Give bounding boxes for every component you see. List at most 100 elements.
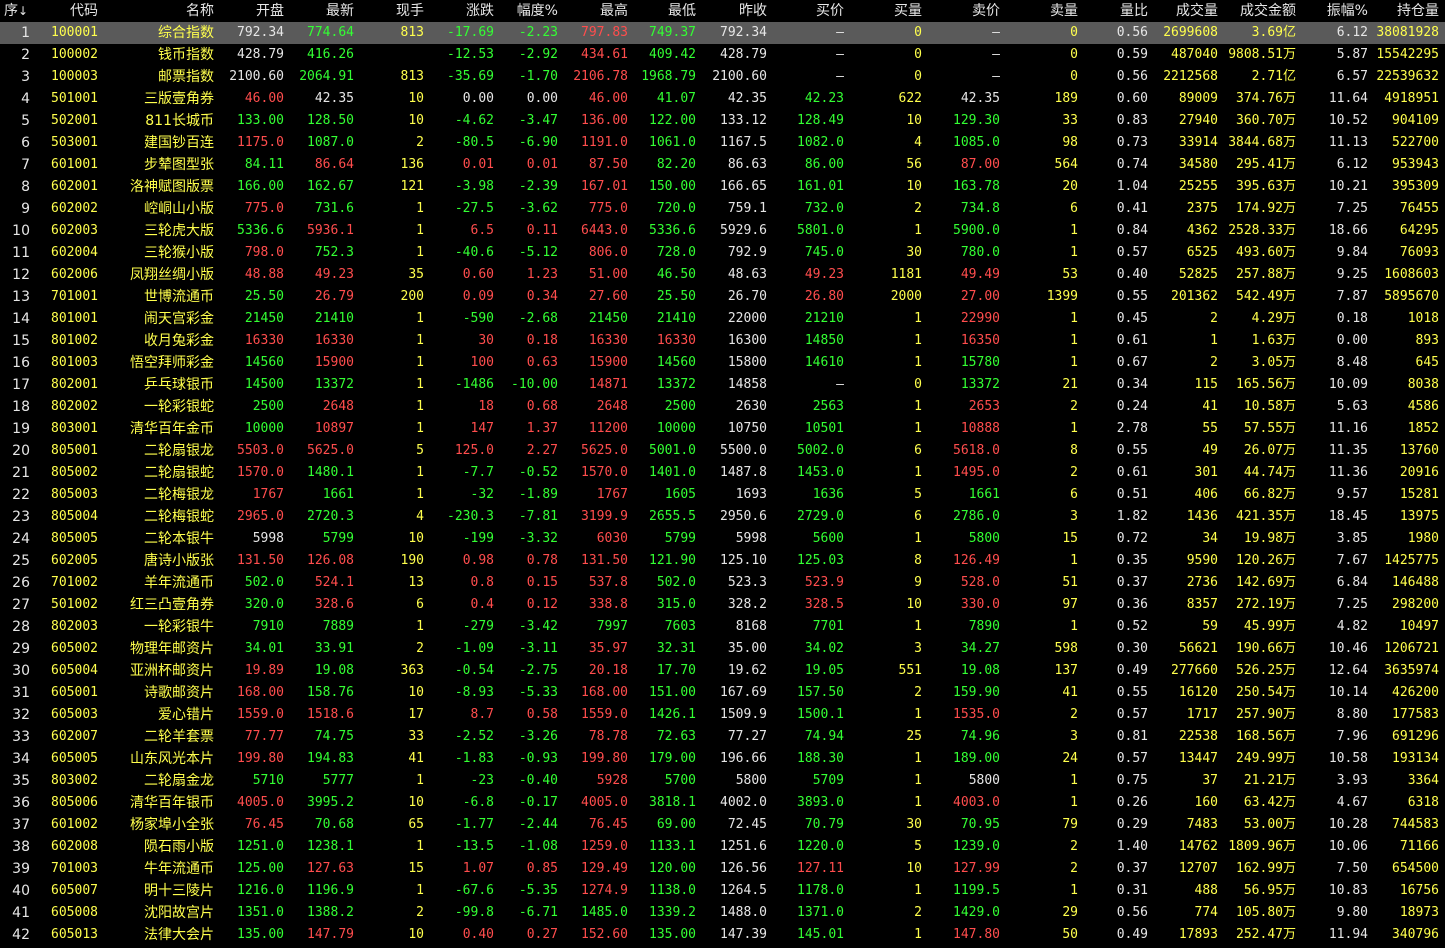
cell-name: 综合指数 <box>158 25 214 41</box>
cell-prev: 428.79 <box>720 47 767 62</box>
cell-ratio: 0.52 <box>1116 619 1148 634</box>
cell-vol-now: 1 <box>416 245 424 260</box>
table-row[interactable]: 14 801001 闹天宫彩金 21450 21410 1 -590 -2.68 21450 21… <box>0 308 1445 330</box>
table-row[interactable]: 42 605013 法律大会片 135.00 147.79 10 0.40 0.27 152.6… <box>0 924 1445 946</box>
table-row[interactable]: 38 602008 陨石雨小版 1251.0 1238.1 1 -13.5 -1.08 1259… <box>0 836 1445 858</box>
table-row[interactable]: 31 605001 诗歌邮资片 168.00 158.76 10 -8.93 -5.33 168… <box>0 682 1445 704</box>
header-ask-vol[interactable]: 卖量 <box>1050 0 1078 22</box>
cell-low: 315.0 <box>656 597 696 612</box>
table-row[interactable]: 9 602002 崆峒山小版 775.0 731.6 1 -27.5 -3.62 775.0 72… <box>0 198 1445 220</box>
cell-bid-vol: 2 <box>914 201 922 216</box>
header-name[interactable]: 名称 <box>186 0 214 22</box>
table-row[interactable]: 10 602003 三轮虎大版 5336.6 5936.1 1 6.5 0.11 6443.0 5… <box>0 220 1445 242</box>
table-row[interactable]: 7 601001 步辇图型张 84.11 86.64 136 0.01 0.01 87.50 82… <box>0 154 1445 176</box>
header-vol-now[interactable]: 现手 <box>396 0 424 22</box>
header-change[interactable]: 涨跌 <box>466 0 494 22</box>
cell-pct: -2.68 <box>518 311 558 326</box>
table-row[interactable]: 1 100001 综合指数 792.34 774.64 813 -17.69 -2.23 797… <box>0 22 1445 44</box>
table-row[interactable]: 35 803002 二轮扇金龙 5710 5777 1 -23 -0.40 5928 5700 58… <box>0 770 1445 792</box>
table-row[interactable]: 4 501001 三版壹角券 46.00 42.35 10 0.00 0.00 46.00 41.… <box>0 88 1445 110</box>
table-row[interactable]: 23 805004 二轮梅银蛇 2965.0 2720.3 4 -230.3 -7.81 319… <box>0 506 1445 528</box>
table-row[interactable]: 11 602004 三轮猴小版 798.0 752.3 1 -40.6 -5.12 806.0 7… <box>0 242 1445 264</box>
table-row[interactable]: 5 502001 811长城币 133.00 128.50 10 -4.62 -3.47 136… <box>0 110 1445 132</box>
header-low[interactable]: 最低 <box>668 0 696 22</box>
amount-unit: 万 <box>1282 443 1296 458</box>
cell-high: 797.83 <box>581 25 628 40</box>
header-high[interactable]: 最高 <box>600 0 628 22</box>
table-row[interactable]: 29 605002 物理年邮资片 34.01 33.91 2 -1.09 -3.11 35.97… <box>0 638 1445 660</box>
header-last[interactable]: 最新 <box>326 0 354 22</box>
cell-amount: 53.00万 <box>1244 814 1296 836</box>
header-amount[interactable]: 成交金额 <box>1240 0 1296 22</box>
table-row[interactable]: 12 602006 凤翔丝绸小版 48.88 49.23 35 0.60 1.23 51.00 4… <box>0 264 1445 286</box>
header-ask[interactable]: 卖价 <box>972 0 1000 22</box>
table-row[interactable]: 13 701001 世博流通币 25.50 26.79 200 0.09 0.34 27.60 2… <box>0 286 1445 308</box>
cell-prev: 8168 <box>735 619 767 634</box>
amount-value: 63.42 <box>1243 795 1283 810</box>
cell-bid-vol: 0 <box>914 377 922 392</box>
cell-prev: 328.2 <box>727 597 767 612</box>
cell-prev: 1509.9 <box>720 707 767 722</box>
header-holdings[interactable]: 持仓量 <box>1397 0 1439 22</box>
table-row[interactable]: 21 805002 二轮扇银蛇 1570.0 1480.1 1 -7.7 -0.52 1570.… <box>0 462 1445 484</box>
header-code[interactable]: 代码 <box>70 0 98 22</box>
cell-bid: 732.0 <box>804 201 844 216</box>
table-row[interactable]: 20 805001 二轮扇银龙 5503.0 5625.0 5 125.0 2.27 5625.… <box>0 440 1445 462</box>
table-row[interactable]: 34 605005 山东风光本片 199.80 194.83 41 -1.83 -0.93 19… <box>0 748 1445 770</box>
table-row[interactable]: 15 801002 收月兔彩金 16330 16330 1 30 0.18 16330 16330… <box>0 330 1445 352</box>
header-ratio[interactable]: 量比 <box>1120 0 1148 22</box>
table-row[interactable]: 30 605004 亚洲杯邮资片 19.89 19.08 363 -0.54 -2.75 20.… <box>0 660 1445 682</box>
table-row[interactable]: 24 805005 二轮本银牛 5998 5799 10 -199 -3.32 6030 5799… <box>0 528 1445 550</box>
cell-seq: 40 <box>12 883 30 899</box>
table-row[interactable]: 17 802001 乒乓球银币 14500 13372 1 -1486 -10.00 14871… <box>0 374 1445 396</box>
header-bid-vol[interactable]: 买量 <box>894 0 922 22</box>
cell-last: 328.6 <box>314 597 354 612</box>
cell-last: 42.35 <box>314 91 354 106</box>
table-row[interactable]: 27 501002 红三凸壹角券 320.0 328.6 6 0.4 0.12 338.8 315… <box>0 594 1445 616</box>
header-bid[interactable]: 买价 <box>816 0 844 22</box>
header-amplitude[interactable]: 振幅% <box>1327 0 1368 22</box>
table-row[interactable]: 40 605007 明十三陵片 1216.0 1196.9 1 -67.6 -5.35 1274… <box>0 880 1445 902</box>
table-row[interactable]: 33 602007 二轮羊套票 77.77 74.75 33 -2.52 -3.26 78.78… <box>0 726 1445 748</box>
table-row[interactable]: 19 803001 清华百年金币 10000 10897 1 147 1.37 11200 100… <box>0 418 1445 440</box>
cell-name: 一轮彩银蛇 <box>144 399 214 415</box>
table-row[interactable]: 37 601002 杨家埠小全张 76.45 70.68 65 -1.77 -2.44 76.4… <box>0 814 1445 836</box>
cell-bid-vol: 0 <box>914 47 922 62</box>
cell-holdings: 38081928 <box>1376 25 1439 40</box>
cell-prev: 125.10 <box>720 553 767 568</box>
cell-prev: 759.1 <box>727 201 767 216</box>
amount-value: 3.69 <box>1251 25 1283 40</box>
amount-unit: 万 <box>1282 817 1296 832</box>
table-row[interactable]: 25 602005 唐诗小版张 131.50 126.08 190 0.98 0.78 131.… <box>0 550 1445 572</box>
table-row[interactable]: 28 802003 一轮彩银牛 7910 7889 1 -279 -3.42 7997 7603 8… <box>0 616 1445 638</box>
table-row[interactable]: 2 100002 钱币指数 428.79 416.26 -12.53 -2.92 434.61… <box>0 44 1445 66</box>
header-prev[interactable]: 昨收 <box>739 0 767 22</box>
header-pct[interactable]: 幅度% <box>517 0 558 22</box>
cell-amount: 360.70万 <box>1236 110 1296 132</box>
cell-high: 2106.78 <box>573 69 628 84</box>
cell-last: 21410 <box>314 311 354 326</box>
table-row[interactable]: 36 805006 清华百年银币 4005.0 3995.2 10 -6.8 -0.17 400… <box>0 792 1445 814</box>
table-row[interactable]: 3 100003 邮票指数 2100.60 2064.91 813 -35.69 -1.70 2… <box>0 66 1445 88</box>
cell-bid-vol: 1 <box>914 927 922 942</box>
table-row[interactable]: 16 801003 悟空拜师彩金 14560 15900 1 100 0.63 15900 145… <box>0 352 1445 374</box>
cell-last: 49.23 <box>314 267 354 282</box>
cell-bid: 26.80 <box>804 289 844 304</box>
header-open[interactable]: 开盘 <box>256 0 284 22</box>
cell-holdings: 3364 <box>1407 773 1439 788</box>
cell-holdings: 298200 <box>1392 597 1439 612</box>
table-row[interactable]: 6 503001 建国钞百连 1175.0 1087.0 2 -80.5 -6.90 1191.… <box>0 132 1445 154</box>
table-row[interactable]: 26 701002 羊年流通币 502.0 524.1 13 0.8 0.15 537.8 502… <box>0 572 1445 594</box>
table-row[interactable]: 8 602001 洛神赋图版票 166.00 162.67 121 -3.98 -2.39 16… <box>0 176 1445 198</box>
table-row[interactable]: 41 605008 沈阳故宫片 1351.0 1388.2 2 -99.8 -6.71 1485… <box>0 902 1445 924</box>
table-row[interactable]: 32 605003 爱心错片 1559.0 1518.6 17 8.7 0.58 1559.0 1… <box>0 704 1445 726</box>
cell-low: 121.90 <box>649 553 696 568</box>
table-row[interactable]: 18 802002 一轮彩银蛇 2500 2648 1 18 0.68 2648 2500 2630… <box>0 396 1445 418</box>
table-row[interactable]: 39 701003 牛年流通币 125.00 127.63 15 1.07 0.85 129.4… <box>0 858 1445 880</box>
header-volume[interactable]: 成交量 <box>1176 0 1218 22</box>
cell-bid: 14850 <box>804 333 844 348</box>
table-row[interactable]: 22 805003 二轮梅银龙 1767 1661 1 -32 -1.89 1767 1605 16… <box>0 484 1445 506</box>
cell-open: 1216.0 <box>237 883 284 898</box>
cell-vol-now: 15 <box>408 861 424 876</box>
header-seq[interactable]: 序↓ <box>4 0 28 22</box>
